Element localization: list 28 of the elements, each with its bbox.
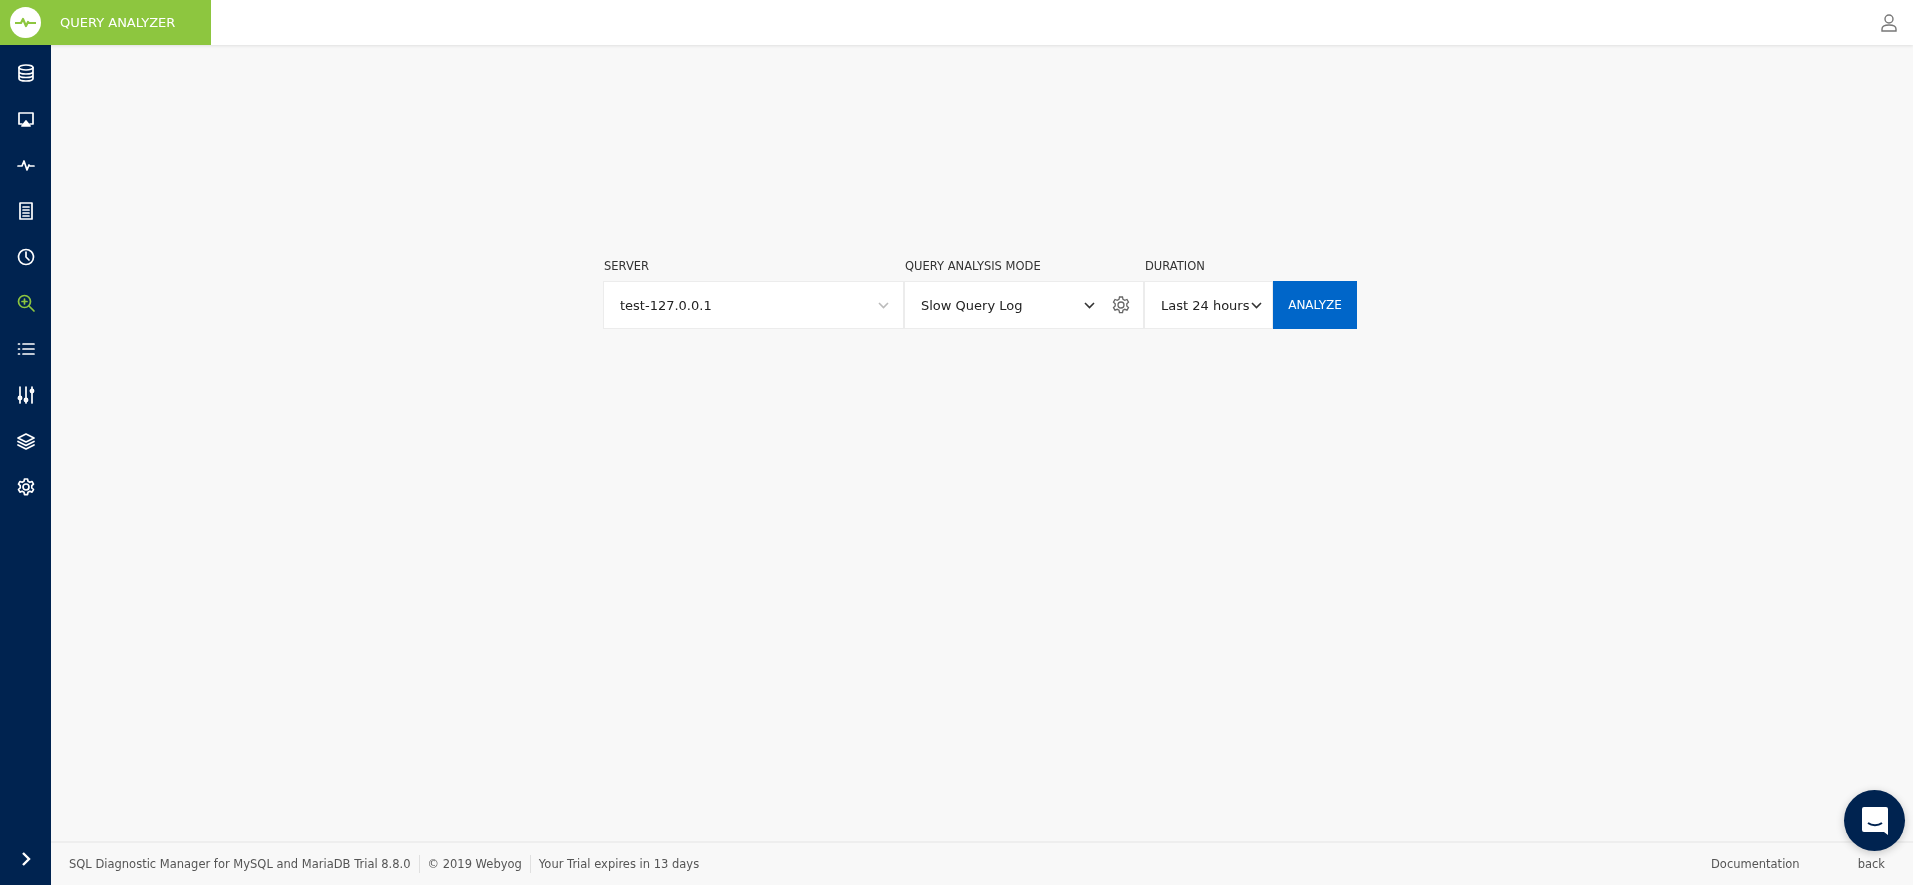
monitor-icon[interactable]: [15, 109, 36, 129]
version-text: Trial 8.8.0: [354, 857, 411, 871]
zoom-icon[interactable]: [15, 293, 36, 313]
chevron-down-icon: [1251, 301, 1262, 309]
layers-icon[interactable]: [15, 431, 36, 451]
sliders-icon[interactable]: [15, 385, 36, 405]
database-icon[interactable]: [15, 63, 36, 83]
page-title: QUERY ANALYZER: [60, 15, 176, 30]
settings-icon[interactable]: [1111, 295, 1131, 315]
field-label: DURATION: [1145, 259, 1206, 273]
chevron-down-icon: [878, 301, 889, 309]
server-dropdown[interactable]: test-127.0.0.1: [603, 281, 904, 329]
pulse-logo-icon: [10, 7, 41, 38]
gear-icon[interactable]: [15, 477, 36, 497]
field-label: QUERY ANALYSIS MODE: [905, 259, 1042, 273]
analyze-button[interactable]: ANALYZE: [1273, 281, 1357, 329]
chevron-down-icon: [1084, 301, 1095, 309]
chat-icon: [1859, 804, 1890, 837]
trial-notice: Your Trial expires in 13 days: [538, 857, 700, 871]
copyright-text: © 2019 Webyog: [427, 857, 522, 871]
product-name: SQL Diagnostic Manager for MySQL and MariaDB: [69, 857, 351, 871]
chat-button[interactable]: [1844, 790, 1905, 851]
field-label: SERVER: [604, 259, 651, 273]
footer-link[interactable]: Documentation: [1711, 857, 1800, 871]
footer-link[interactable]: back: [1857, 857, 1885, 871]
duration-dropdown[interactable]: Last 24 hours: [1144, 281, 1273, 329]
user-icon[interactable]: [1879, 13, 1899, 33]
clock-icon[interactable]: [15, 247, 36, 267]
